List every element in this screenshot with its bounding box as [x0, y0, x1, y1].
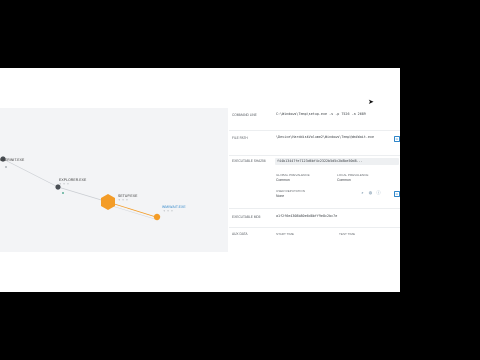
search-icon[interactable]: ⌕	[360, 190, 365, 195]
local-prevalence-value: Common	[337, 178, 351, 182]
row-executable-md5: EXECUTABLE MD5 a1f2f6e4308b80e6d8bff9e8c…	[229, 209, 400, 228]
bottom-row-label: AUX DATA	[232, 232, 248, 236]
row-bottom: AUX DATA START TIME TEST TIME	[229, 228, 400, 240]
row-file-path: FILE PATH \Device\HarddiskVolume2\Window…	[229, 131, 400, 156]
user-reputation-label: USER REPUTATION	[276, 189, 305, 193]
row-executable-hash: EXECUTABLE SHA256 f44b13447fe7123d6bf4c2…	[229, 156, 400, 167]
global-prevalence-value: Common	[276, 178, 290, 182]
info-icon[interactable]: ⓘ	[376, 190, 381, 195]
file-path-label: FILE PATH	[232, 136, 248, 140]
row-command-line: COMMAND LINE C:\Windows\Temp\setup.exe -…	[229, 108, 400, 131]
bottom-row-col2: TEST TIME	[339, 232, 356, 236]
global-prevalence-label: GLOBAL PREVALENCE	[276, 173, 310, 177]
file-path-value: \Device\HarddiskVolume2\Windows\Temp\Wmi…	[276, 135, 374, 139]
edge-userinit-explorer	[2, 158, 59, 188]
command-line-label: COMMAND LINE	[232, 113, 257, 117]
edge-explorer-setup	[57, 186, 109, 203]
row-reputation: GLOBAL PREVALENCE Common LOCAL PREVALENC…	[229, 168, 400, 209]
node-explorer-badge	[62, 192, 64, 194]
executable-md5-label: EXECUTABLE MD5	[232, 215, 261, 219]
node-label-userinit[interactable]: USERINIT.EXE	[0, 158, 24, 162]
bottom-row-col1: START TIME	[276, 232, 294, 236]
node-userinit-badge	[5, 166, 7, 168]
node-wmiwait	[153, 213, 161, 221]
process-graph[interactable]: USERINIT.EXE EXPLORER.EXE ⚬ ⚬ ⚬ SETUP.EX…	[0, 108, 228, 252]
command-line-value: C:\Windows\Temp\setup.exe -s -p 7526 -a …	[276, 112, 366, 116]
globe-icon[interactable]: ◍	[368, 190, 373, 195]
edge-setup-wmiwait-back	[111, 205, 159, 221]
node-mini-setup: ⚬ ⚬ ⚬	[118, 198, 129, 202]
graph-canvas	[0, 156, 161, 221]
user-reputation-value: None	[276, 194, 285, 198]
executable-md5-value: a1f2f6e4308b80e6d8bff9e8c2bc7e	[276, 214, 338, 218]
copy-icon[interactable]: ⧉	[394, 191, 400, 198]
node-mini-wmiwait: ⚬ ⚬ ⚬	[163, 209, 174, 213]
node-setup	[101, 194, 115, 210]
local-prevalence-label: LOCAL PREVALENCE	[337, 173, 369, 177]
executable-hash-label: EXECUTABLE SHA256	[232, 159, 266, 163]
app-window: USERINIT.EXE EXPLORER.EXE ⚬ ⚬ ⚬ SETUP.EX…	[0, 68, 400, 292]
process-details-panel: COMMAND LINE C:\Windows\Temp\setup.exe -…	[229, 108, 400, 252]
edge-setup-wmiwait	[107, 201, 157, 218]
node-mini-explorer: ⚬ ⚬ ⚬	[59, 182, 70, 186]
mouse-cursor-icon: ➤	[368, 99, 374, 106]
copy-icon[interactable]: ⧉	[394, 136, 400, 143]
executable-hash-value[interactable]: f44b13447fe7123d6bf4c2322b5d5c2b8be50d8.…	[275, 158, 399, 165]
